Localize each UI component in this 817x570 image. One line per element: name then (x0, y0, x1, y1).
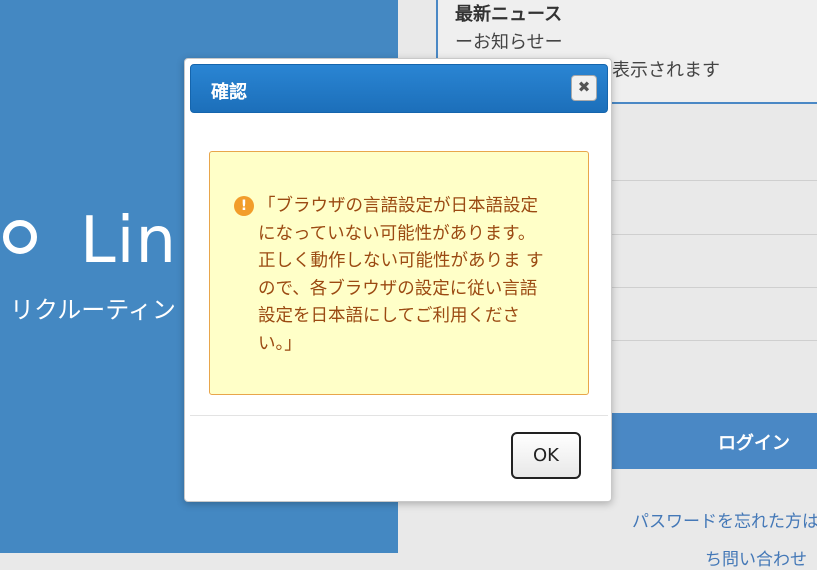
form-divider (600, 340, 817, 341)
warning-message: 「ブラウザの言語設定が日本語設定 になっていない可能性があります。 正しく動作し… (258, 193, 558, 358)
warning-line: 「ブラウザの言語設定が日本語設定 (258, 196, 538, 216)
close-icon[interactable]: ✖ (571, 75, 597, 101)
confirm-dialog: 確認 ✖ ! 「ブラウザの言語設定が日本語設定 になっていない可能性があります。… (184, 58, 612, 502)
dialog-header: 確認 ✖ (190, 64, 608, 113)
ok-button[interactable]: OK (511, 432, 581, 479)
form-divider (600, 287, 817, 288)
warning-line: ので、各ブラウザの設定に従い言語 (258, 278, 538, 299)
forgot-password-link[interactable]: パスワードを忘れた方は (632, 507, 817, 532)
warning-line: い。」 (258, 333, 302, 354)
exclamation-icon: ! (234, 196, 254, 216)
dialog-divider (190, 415, 608, 416)
dialog-title: 確認 (211, 82, 247, 103)
news-body: 表示されます (612, 60, 720, 81)
login-button-label: ログイン (718, 433, 790, 454)
warning-line: 正しく動作しない可能性がありま す (258, 251, 544, 271)
news-subtitle: ーお知らせー (455, 32, 563, 53)
warning-line: になっていない可能性があります。 (258, 223, 536, 244)
warning-line: 設定を日本語にしてご利用くださ (258, 306, 520, 326)
brand-logo-icon (3, 220, 37, 254)
form-divider (600, 180, 817, 181)
contact-link[interactable]: ち問い合わせ (705, 545, 807, 570)
brand-name: Lin (80, 204, 177, 278)
news-title: 最新ニュース (455, 4, 563, 25)
form-divider (600, 234, 817, 235)
brand-tagline: リクルーティン (10, 296, 176, 324)
warning-message-box: ! 「ブラウザの言語設定が日本語設定 になっていない可能性があります。 正しく動… (209, 151, 589, 395)
